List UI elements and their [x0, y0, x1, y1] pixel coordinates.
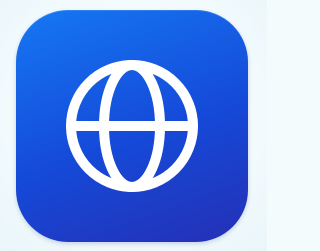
- globe-icon: [59, 53, 205, 199]
- globe-app-tile[interactable]: [16, 10, 248, 242]
